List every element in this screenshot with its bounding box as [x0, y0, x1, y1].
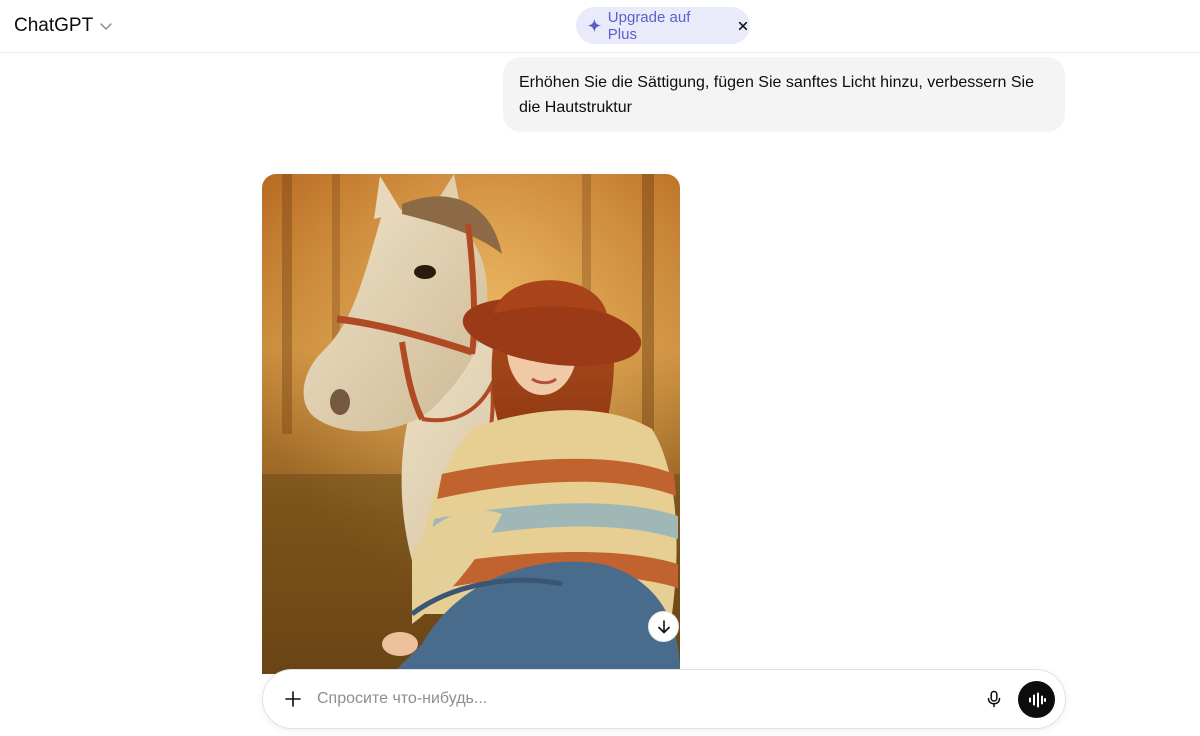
top-bar: ChatGPT Upgrade auf Plus [0, 0, 1200, 53]
model-selector[interactable]: ChatGPT [14, 12, 113, 40]
dictate-button[interactable] [981, 686, 1007, 712]
generated-image-picture [262, 174, 680, 674]
message-composer [262, 669, 1066, 729]
sparkle-icon [587, 18, 602, 33]
user-message: Erhöhen Sie die Sättigung, fügen Sie san… [503, 57, 1065, 132]
voice-mode-button[interactable] [1018, 681, 1055, 718]
chat-app: ChatGPT Upgrade auf Plus Erhöhen Sie die… [0, 0, 1200, 736]
message-input[interactable] [317, 684, 957, 714]
microphone-icon [987, 690, 1001, 708]
waveform-icon [1028, 692, 1046, 707]
chevron-down-icon [100, 23, 112, 30]
upgrade-button[interactable]: Upgrade auf Plus [576, 7, 750, 44]
attach-button[interactable] [279, 685, 307, 713]
model-name: ChatGPT [14, 15, 94, 36]
download-button[interactable] [648, 611, 679, 642]
plus-icon [285, 691, 301, 707]
arrow-down-icon [657, 619, 670, 633]
generated-image[interactable] [262, 174, 680, 674]
close-icon[interactable] [736, 19, 750, 33]
upgrade-label: Upgrade auf Plus [607, 8, 691, 43]
